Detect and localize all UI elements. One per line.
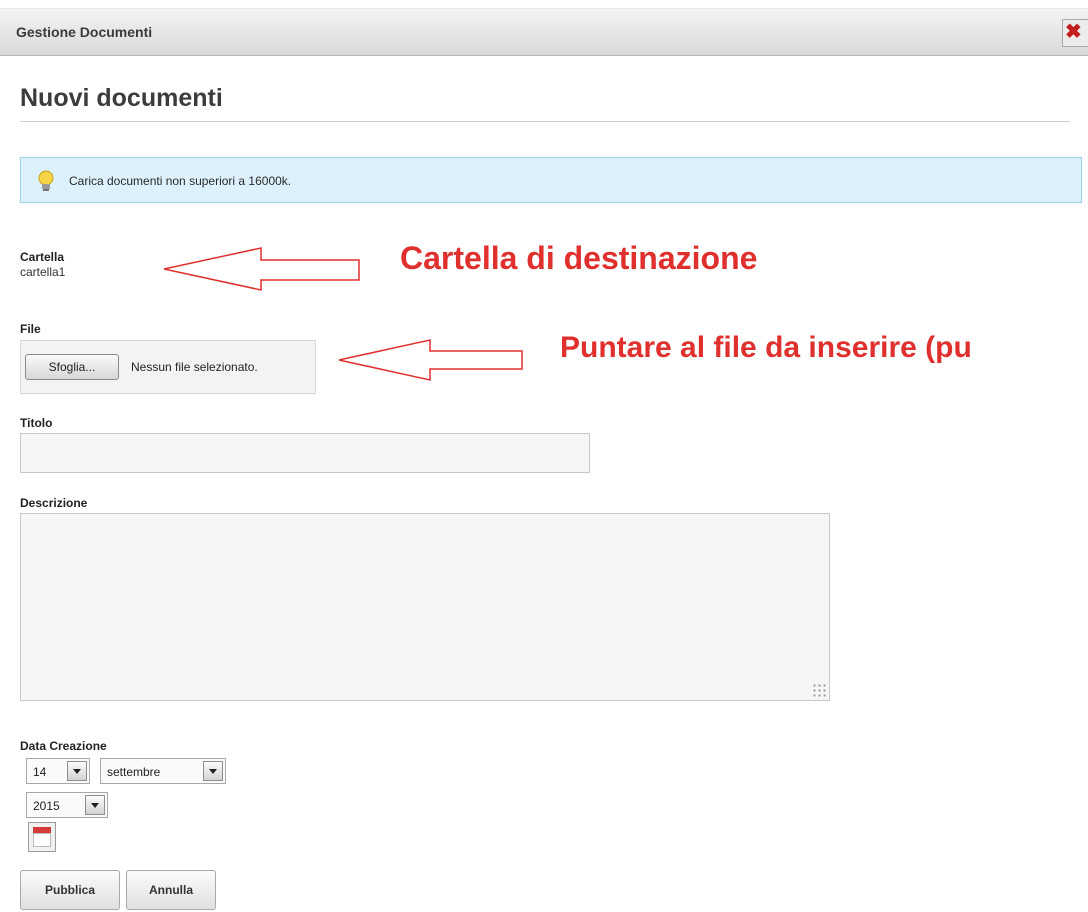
- year-value: 2015: [33, 799, 60, 813]
- folder-annotation: Cartella di destinazione: [400, 240, 758, 276]
- page-title: Nuovi documenti: [20, 84, 223, 112]
- info-text: Carica documenti non superiori a 16000k.: [69, 174, 292, 188]
- folder-arrow-icon: [163, 247, 360, 291]
- day-select[interactable]: 14: [26, 758, 90, 784]
- title-input[interactable]: [20, 433, 590, 473]
- date-label: Data Creazione: [20, 739, 107, 753]
- month-value: settembre: [107, 765, 161, 779]
- description-label: Descrizione: [20, 496, 88, 510]
- month-select[interactable]: settembre: [100, 758, 226, 784]
- file-annotation: Puntare al file da inserire (pu: [560, 331, 972, 364]
- browse-button[interactable]: Sfoglia...: [25, 354, 119, 380]
- file-status: Nessun file selezionato.: [131, 360, 258, 374]
- file-label: File: [20, 322, 41, 336]
- title-label: Titolo: [20, 416, 53, 430]
- cancel-button[interactable]: Annulla: [126, 870, 216, 910]
- publish-button[interactable]: Pubblica: [20, 870, 120, 910]
- file-input[interactable]: Sfoglia... Nessun file selezionato.: [20, 340, 316, 394]
- year-select[interactable]: 2015: [26, 792, 108, 818]
- chevron-down-icon[interactable]: [67, 761, 87, 781]
- chevron-down-icon[interactable]: [85, 795, 105, 815]
- day-value: 14: [33, 765, 47, 779]
- resize-grip-icon[interactable]: [812, 683, 826, 697]
- calendar-icon[interactable]: [28, 822, 56, 852]
- folder-value: cartella1: [20, 265, 66, 279]
- close-icon[interactable]: ✖: [1062, 19, 1088, 47]
- lightbulb-icon: [38, 170, 54, 191]
- chevron-down-icon[interactable]: [203, 761, 223, 781]
- title-divider: [20, 121, 1070, 122]
- window-titlebar: Gestione Documenti ✖: [0, 8, 1088, 56]
- description-textarea[interactable]: [20, 513, 830, 701]
- folder-label: Cartella: [20, 250, 65, 264]
- file-arrow-icon: [338, 339, 523, 381]
- window-title: Gestione Documenti: [16, 24, 153, 40]
- info-message: Carica documenti non superiori a 16000k.: [20, 157, 1082, 203]
